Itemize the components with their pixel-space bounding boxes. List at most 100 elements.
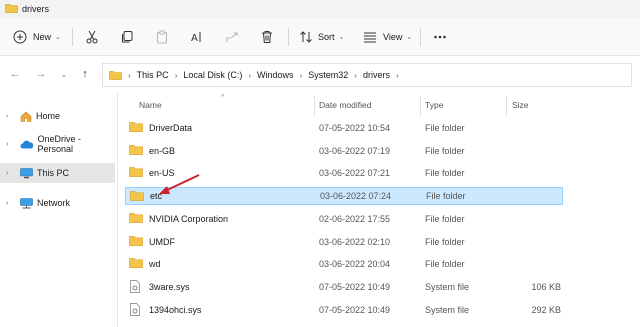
chevron-right-icon: › (6, 169, 9, 177)
table-row[interactable]: en-US 03-06-2022 07:21 File folder (125, 164, 563, 182)
file-date-modified: 07-05-2022 10:49 (319, 304, 391, 315)
file-name: en-US (149, 168, 175, 179)
toolbar-divider (420, 28, 421, 46)
column-header-name[interactable]: Name (139, 100, 162, 110)
trash-icon (259, 29, 275, 45)
title-bar: drivers (0, 0, 640, 18)
file-type: System file (425, 281, 470, 292)
svg-text:A: A (191, 33, 198, 44)
clipboard-icon (154, 29, 170, 45)
cut-button[interactable] (84, 26, 100, 48)
up-button[interactable]: ↑ (78, 67, 92, 81)
file-date-modified: 03-06-2022 20:04 (319, 259, 391, 270)
file-type: File folder (425, 168, 465, 179)
breadcrumb-windows[interactable]: Windows (257, 70, 294, 80)
breadcrumb[interactable]: › This PC › Local Disk (C:) › Windows › … (102, 63, 632, 87)
computer-icon (20, 167, 33, 179)
breadcrumb-this-pc[interactable]: This PC (137, 70, 169, 80)
delete-button[interactable] (259, 26, 275, 48)
sidebar-item-this-pc[interactable]: › This PC (0, 163, 115, 183)
sort-button-label: Sort (318, 32, 335, 42)
chevron-down-icon: ⌄ (406, 34, 413, 41)
breadcrumb-local-disk[interactable]: Local Disk (C:) (183, 70, 242, 80)
scissors-icon (84, 29, 100, 45)
file-type: File folder (425, 236, 465, 247)
file-name: wd (149, 259, 161, 270)
file-size: 106 KB (531, 281, 561, 292)
chevron-down-icon: ⌄ (338, 34, 345, 41)
file-name: NVIDIA Corporation (149, 213, 229, 224)
table-row[interactable]: 3ware.sys 07-05-2022 10:49 System file 106 … (125, 278, 563, 296)
file-type: File folder (425, 145, 465, 156)
table-row[interactable]: DriverData 07-05-2022 10:54 File folder (125, 119, 563, 137)
table-row[interactable]: wd 03-06-2022 20:04 File folder (125, 255, 563, 273)
column-divider[interactable] (506, 96, 507, 116)
folder-icon (129, 166, 143, 179)
chevron-right-icon: › (299, 70, 303, 80)
file-date-modified: 03-06-2022 07:24 (320, 191, 392, 202)
folder-icon (129, 121, 143, 134)
folder-icon (129, 235, 143, 248)
file-date-modified: 03-06-2022 02:10 (319, 236, 391, 247)
recent-locations-button[interactable]: ⌄ (57, 67, 71, 81)
breadcrumb-drivers[interactable]: drivers (363, 70, 390, 80)
column-header-date-modified[interactable]: Date modified (319, 100, 371, 110)
file-type: File folder (425, 213, 465, 224)
file-date-modified: 07-05-2022 10:54 (319, 123, 391, 133)
chevron-right-icon: › (395, 70, 399, 80)
system-file-icon (129, 280, 141, 295)
more-options-button[interactable] (432, 26, 448, 48)
share-icon (224, 29, 240, 45)
chevron-right-icon: › (248, 70, 252, 80)
sidebar-item-home[interactable]: › Home (0, 106, 115, 126)
view-button-label: View (383, 32, 403, 42)
sort-arrows-icon (298, 29, 314, 45)
file-name: UMDF (149, 236, 175, 247)
chevron-right-icon: › (6, 140, 9, 148)
chevron-right-icon: › (6, 112, 9, 120)
file-name: etc (150, 191, 163, 202)
command-bar: New ⌄ A Sort ⌄ View ⌄ (0, 18, 640, 56)
chevron-down-icon: ⌄ (55, 34, 61, 41)
sidebar-item-label: This PC (37, 168, 70, 178)
breadcrumb-system32[interactable]: System32 (308, 70, 348, 80)
table-row[interactable]: UMDF 03-06-2022 02:10 File folder (125, 233, 563, 251)
arrow-up-icon: ↑ (82, 68, 88, 80)
file-date-modified: 03-06-2022 07:19 (319, 145, 391, 156)
system-file-icon (129, 302, 141, 318)
navigation-pane: › Home › OneDrive - Personal › This PC ›… (0, 93, 118, 327)
column-divider[interactable] (314, 96, 315, 116)
sidebar-item-network[interactable]: › Network (0, 193, 115, 213)
table-row[interactable]: 1394ohci.sys 07-05-2022 10:49 System file 2… (125, 301, 563, 319)
table-row[interactable]: en-GB 03-06-2022 07:19 File folder (125, 142, 563, 160)
sidebar-item-onedrive[interactable]: › OneDrive - Personal (0, 134, 115, 154)
sidebar-item-label: Network (37, 198, 71, 208)
file-name: 3ware.sys (149, 281, 190, 292)
rename-icon: A (189, 29, 205, 45)
chevron-right-icon: › (174, 70, 178, 80)
column-divider[interactable] (420, 96, 421, 116)
column-header-type[interactable]: Type (425, 100, 443, 110)
arrow-right-icon: → (35, 68, 47, 80)
paste-button[interactable] (154, 26, 170, 48)
forward-button[interactable]: → (34, 67, 48, 81)
file-size: 292 KB (531, 304, 561, 315)
new-button-label: New (33, 32, 52, 42)
sort-button[interactable]: Sort ⌄ (298, 26, 344, 48)
table-row[interactable]: NVIDIA Corporation 02-06-2022 17:55 File f… (125, 210, 563, 228)
table-row[interactable]: etc 03-06-2022 07:24 File folder (125, 187, 563, 206)
view-button[interactable]: View ⌄ (362, 26, 412, 48)
plus-circle-icon (12, 29, 28, 45)
sort-ascending-icon: ^ (221, 94, 225, 101)
back-button[interactable]: ← (8, 67, 22, 81)
cloud-icon (20, 140, 34, 149)
column-header-size[interactable]: Size (512, 100, 529, 110)
copy-button[interactable] (119, 26, 135, 48)
home-icon (20, 111, 32, 122)
folder-icon (129, 212, 143, 225)
rename-button[interactable]: A (189, 26, 205, 48)
new-button[interactable]: New ⌄ (12, 26, 61, 48)
share-button[interactable] (224, 26, 240, 48)
folder-icon (130, 190, 144, 203)
file-date-modified: 02-06-2022 17:55 (319, 213, 391, 224)
